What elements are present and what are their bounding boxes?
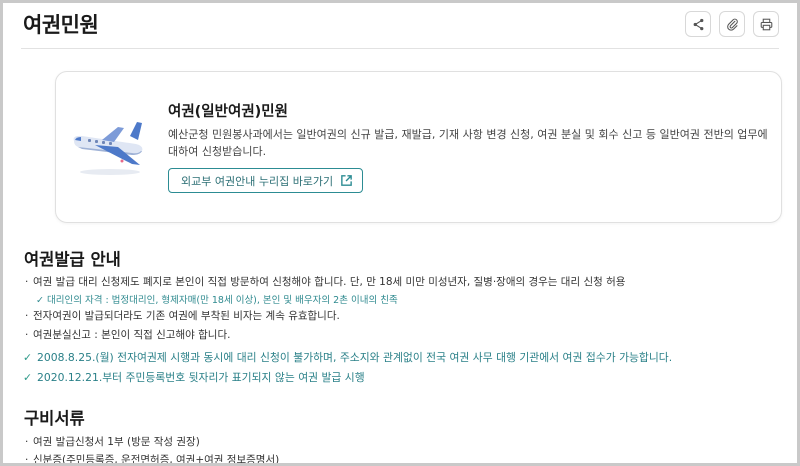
card-title: 여권(일반여권)민원 [168, 104, 288, 120]
mofa-passport-link[interactable]: 외교부 여권안내 누리집 바로가기 [168, 168, 363, 193]
issuance-bullet: · 전자여권이 발급되더라도 기존 여권에 부착된 비자는 계속 유효합니다. [25, 310, 340, 322]
paperclip-icon [726, 18, 738, 31]
proxy-qualification-note: ✓ 대리인의 자격 : 법정대리인, 형제자매(만 18세 이상), 본인 및 … [36, 295, 398, 306]
share-button[interactable] [685, 11, 711, 37]
toolbar [685, 11, 779, 37]
issuance-bullet: · 여권분실신고 : 본인이 직접 신고해야 합니다. [25, 329, 231, 341]
link-label: 외교부 여권안내 누리집 바로가기 [181, 174, 334, 188]
notice-line: ✓ 2020.12.21.부터 주민등록번호 뒷자리가 표기되지 않는 여권 발급… [23, 371, 365, 384]
check-icon: ✓ [23, 351, 33, 364]
page-header: 여권민원 [21, 3, 779, 49]
card-description: 예산군청 민원봉사과에서는 일반여권의 신규 발급, 재발급, 기재 사항 변경… [168, 128, 768, 158]
issuance-section-title: 여권발급 안내 [24, 250, 121, 269]
share-icon [693, 18, 703, 30]
print-button[interactable] [753, 11, 779, 37]
page-frame: 여권민원 여권(일반여권)민원 예산군청 민원봉사과에서는 일반여권의 신규 발… [0, 0, 800, 466]
documents-section-title: 구비서류 [24, 409, 85, 428]
check-icon: ✓ [23, 371, 33, 384]
document-item: · 신분증(주민등록증, 운전면허증, 여권+여권 정보증명서) [25, 454, 280, 466]
external-link-icon [341, 175, 352, 186]
notice-line: ✓ 2008.8.25.(월) 전자여권제 시행과 동시에 대리 신청이 불가하며… [23, 351, 673, 364]
airplane-illustration [73, 122, 143, 175]
issuance-bullet: · 여권 발급 대리 신청제도 폐지로 본인이 직접 방문하여 신청해야 합니다.… [25, 276, 626, 288]
attach-button[interactable] [719, 11, 745, 37]
passport-info-card: 여권(일반여권)민원 예산군청 민원봉사과에서는 일반여권의 신규 발급, 재발… [55, 71, 782, 223]
document-item: · 여권 발급신청서 1부 (방문 작성 권장) [25, 436, 200, 448]
printer-icon [760, 18, 772, 30]
page-title: 여권민원 [23, 13, 99, 37]
